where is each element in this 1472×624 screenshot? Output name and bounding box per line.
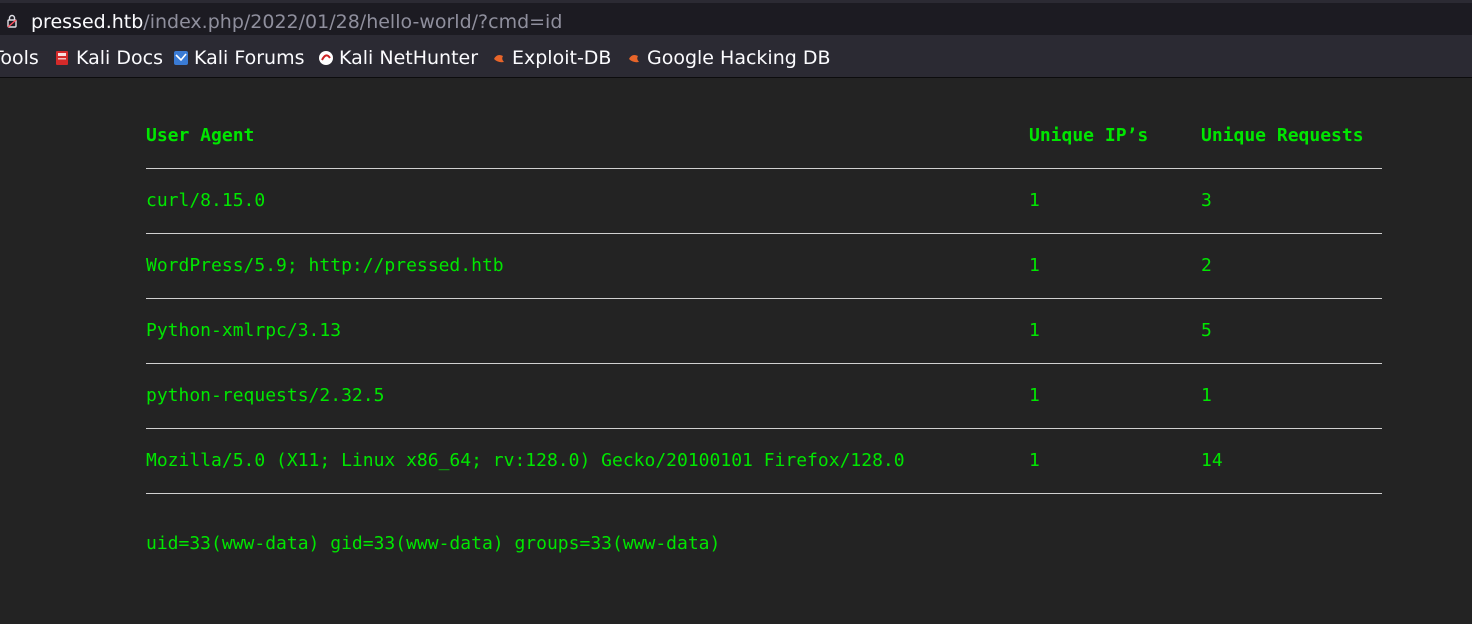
bookmark-label: Google Hacking DB — [647, 47, 831, 69]
table-divider — [146, 233, 1382, 234]
bookmark-label: Exploit-DB — [512, 47, 612, 69]
kali-docs-icon — [56, 51, 68, 65]
bookmarks-toolbar: Tools Kali Docs Kali Forums Kali NetHunt… — [0, 38, 1472, 78]
bookmark-label: Tools — [0, 47, 39, 69]
kali-forums-icon — [174, 51, 188, 65]
bookmark-kali-nethunter[interactable]: Kali NetHunter — [318, 47, 478, 69]
address-field[interactable]: pressed.htb/index.php/2022/01/28/hello-w… — [0, 3, 1472, 35]
row-3-unique-requests: 5 — [1201, 320, 1212, 341]
table-divider — [146, 428, 1382, 429]
kali-nethunter-icon — [319, 51, 333, 65]
row-4-unique-ips: 1 — [1029, 385, 1040, 406]
row-4-user-agent: python-requests/2.32.5 — [146, 385, 385, 406]
header-unique-ips: Unique IP’s — [1029, 125, 1149, 146]
row-3-unique-ips: 1 — [1029, 320, 1040, 341]
row-5-unique-ips: 1 — [1029, 450, 1040, 471]
bookmark-tools[interactable]: Tools — [0, 47, 39, 69]
bookmark-kali-forums[interactable]: Kali Forums — [173, 47, 305, 69]
row-1-user-agent: curl/8.15.0 — [146, 190, 266, 211]
url-text[interactable]: pressed.htb/index.php/2022/01/28/hello-w… — [31, 10, 562, 34]
table-divider — [146, 168, 1382, 169]
page-content: User Agent Unique IP’s Unique Requests c… — [0, 78, 1472, 624]
command-output: uid=33(www-data) gid=33(www-data) groups… — [146, 533, 721, 554]
table-divider — [146, 363, 1382, 364]
bookmark-google-hacking-db[interactable]: Google Hacking DB — [626, 47, 831, 69]
row-1-unique-requests: 3 — [1201, 190, 1212, 211]
header-unique-requests: Unique Requests — [1201, 125, 1364, 146]
row-4-unique-requests: 1 — [1201, 385, 1212, 406]
row-2-user-agent: WordPress/5.9; http://pressed.htb — [146, 255, 504, 276]
table-divider — [146, 298, 1382, 299]
url-host: pressed.htb — [31, 11, 144, 33]
row-2-unique-requests: 2 — [1201, 255, 1212, 276]
row-2-unique-ips: 1 — [1029, 255, 1040, 276]
bookmark-label: Kali Forums — [194, 47, 305, 69]
bookmark-label: Kali Docs — [76, 47, 163, 69]
bookmark-kali-docs[interactable]: Kali Docs — [55, 47, 163, 69]
url-bar: pressed.htb/index.php/2022/01/28/hello-w… — [0, 0, 1472, 38]
row-5-user-agent: Mozilla/5.0 (X11; Linux x86_64; rv:128.0… — [146, 450, 905, 471]
header-user-agent: User Agent — [146, 125, 255, 146]
row-5-unique-requests: 14 — [1201, 450, 1223, 471]
bookmark-label: Kali NetHunter — [339, 47, 479, 69]
bookmark-exploit-db[interactable]: Exploit-DB — [491, 47, 611, 69]
url-path: /index.php/2022/01/28/hello-world/?cmd=i… — [143, 11, 563, 33]
exploit-db-icon — [494, 55, 504, 63]
lock-icon[interactable] — [7, 14, 17, 28]
row-3-user-agent: Python-xmlrpc/3.13 — [146, 320, 342, 341]
row-1-unique-ips: 1 — [1029, 190, 1040, 211]
table-divider — [146, 493, 1382, 494]
ghdb-icon — [629, 55, 639, 63]
